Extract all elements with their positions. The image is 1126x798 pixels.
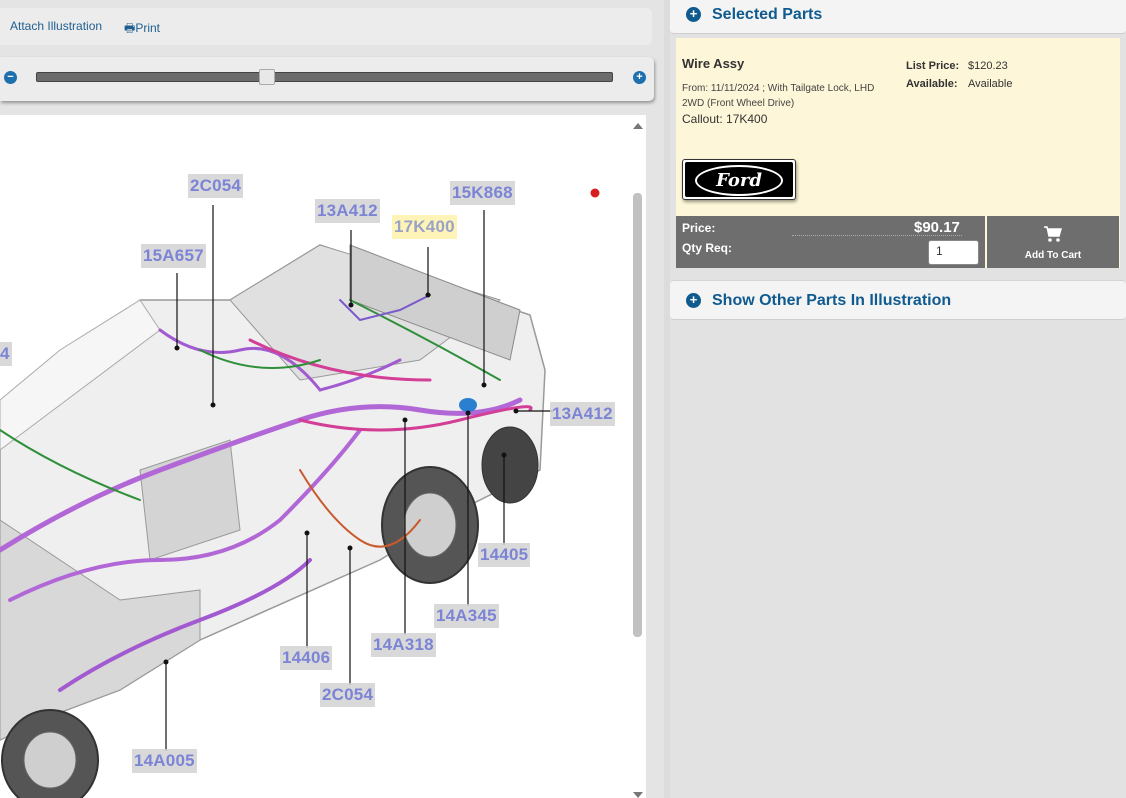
callout-label[interactable]: 15K868 [450,181,515,205]
scroll-up-icon[interactable] [633,123,643,129]
part-name: Wire Assy [682,56,745,71]
print-link[interactable]: 🖶Print [124,19,160,40]
ford-logo: Ford [682,159,796,200]
plus-circle-icon: + [686,7,701,22]
callout-label[interactable]: 14A345 [434,604,499,628]
available-value: Available [968,78,1013,90]
callout-label[interactable]: 15A657 [141,244,206,268]
illustration-toolbar: Attach Illustration 🖶Print [0,8,652,45]
zoom-slider[interactable] [36,69,613,85]
callout-label[interactable]: 14405 [478,543,531,567]
part-callout: Callout: 17K400 [682,112,768,126]
brand-logo-text: Ford [695,165,783,196]
part-applicability: From: 11/11/2024 ; With Tailgate Lock, L… [682,83,875,109]
price-value: $90.17 [914,219,960,236]
add-to-cart-label: Add To Cart [1024,250,1082,261]
callout-label[interactable]: 2C054 [320,683,376,707]
price-label: Price: [682,221,716,235]
qty-input[interactable]: 1 [928,240,979,265]
zoom-slider-thumb[interactable] [259,69,275,85]
callout-label[interactable]: 2C054 [188,174,244,198]
plus-circle-icon: + [686,293,701,308]
list-price-value: $120.23 [968,60,1008,72]
selected-parts-title: Selected Parts [712,6,823,23]
scroll-down-icon[interactable] [633,792,643,798]
qty-label: Qty Req: [682,241,733,255]
other-parts-title: Show Other Parts In Illustration [712,292,952,309]
zoom-in-icon[interactable]: + [633,71,646,84]
list-price-label: List Price: [906,60,960,72]
callout-label[interactable]: 13A412 [315,199,380,223]
attach-illustration-link[interactable]: Attach Illustration [10,19,102,33]
cart-icon [1044,226,1062,242]
price-bar: Price: $90.17 Qty Req: 1 [676,216,985,268]
zoom-bar: − + [0,57,654,101]
callout-label[interactable]: 4 [0,342,12,366]
printer-icon: 🖶 [124,21,136,35]
parts-illustration[interactable]: 2C054 13A412 17K400 15K868 15A657 13A412… [0,115,646,798]
zoom-out-icon[interactable]: − [4,71,17,84]
print-label: Print [135,21,161,35]
callout-label[interactable]: 14A318 [371,633,436,657]
add-to-cart-button[interactable]: Add To Cart [987,216,1119,268]
other-parts-header[interactable]: + Show Other Parts In Illustration [670,280,1126,320]
callout-label[interactable]: 14A005 [132,749,197,773]
scrollbar-thumb[interactable] [633,193,642,637]
callout-label[interactable]: 14406 [280,646,333,670]
callout-label[interactable]: 13A412 [550,402,615,426]
available-label: Available: [906,78,958,90]
selected-parts-header[interactable]: + Selected Parts [670,0,1126,34]
callout-label-selected[interactable]: 17K400 [392,215,457,239]
